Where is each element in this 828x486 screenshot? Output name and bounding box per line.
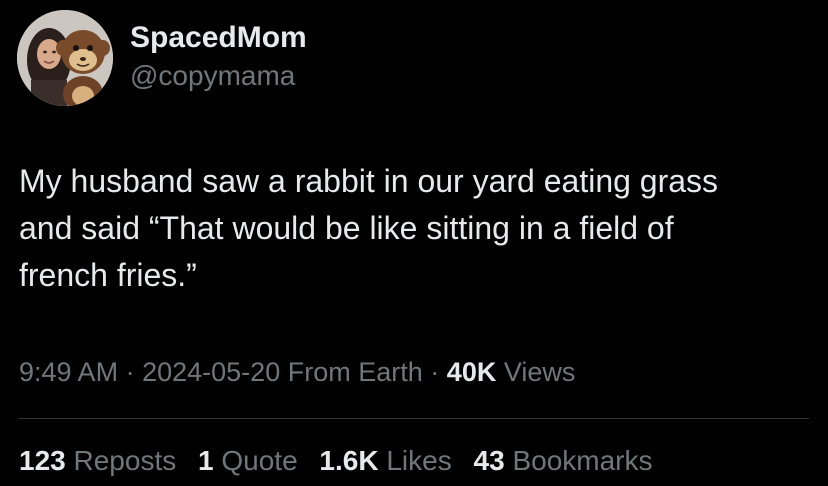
meta-separator: · (125, 357, 135, 387)
likes-stat[interactable]: 1.6K Likes (319, 445, 451, 476)
quotes-stat[interactable]: 1 Quote (198, 445, 298, 476)
author-handle[interactable]: @copymama (130, 59, 307, 93)
quotes-label: Quote (221, 445, 298, 476)
divider (19, 418, 809, 419)
bookmarks-count: 43 (473, 445, 505, 476)
tweet-text: My husband saw a rabbit in our yard eati… (19, 163, 719, 293)
profile-avatar[interactable] (17, 10, 113, 106)
engagement-stats: 123 Reposts 1 Quote 1.6K Likes 43 Bookma… (19, 442, 667, 480)
tweet-meta: 9:49 AM · 2024-05-20 From Earth · 40K Vi… (19, 354, 575, 390)
tweet-time[interactable]: 9:49 AM (19, 357, 118, 387)
author-display-name[interactable]: SpacedMom (130, 20, 307, 56)
reposts-label: Reposts (73, 445, 177, 476)
likes-label: Likes (386, 445, 452, 476)
tweet-location: From Earth (287, 357, 423, 387)
views-count: 40K (446, 357, 497, 387)
reposts-count: 123 (19, 445, 66, 476)
bookmarks-stat[interactable]: 43 Bookmarks (474, 445, 653, 476)
meta-separator: · (430, 357, 440, 387)
likes-count: 1.6K (319, 445, 379, 476)
bookmarks-label: Bookmarks (512, 445, 653, 476)
reposts-stat[interactable]: 123 Reposts (19, 445, 176, 476)
views-label: Views (503, 357, 576, 387)
avatar-photo-icon (17, 10, 113, 106)
quotes-count: 1 (198, 445, 214, 476)
tweet-card: SpacedMom @copymama My husband saw a rab… (0, 0, 828, 486)
author-block: SpacedMom @copymama (130, 20, 307, 93)
tweet-date[interactable]: 2024-05-20 (142, 357, 280, 387)
